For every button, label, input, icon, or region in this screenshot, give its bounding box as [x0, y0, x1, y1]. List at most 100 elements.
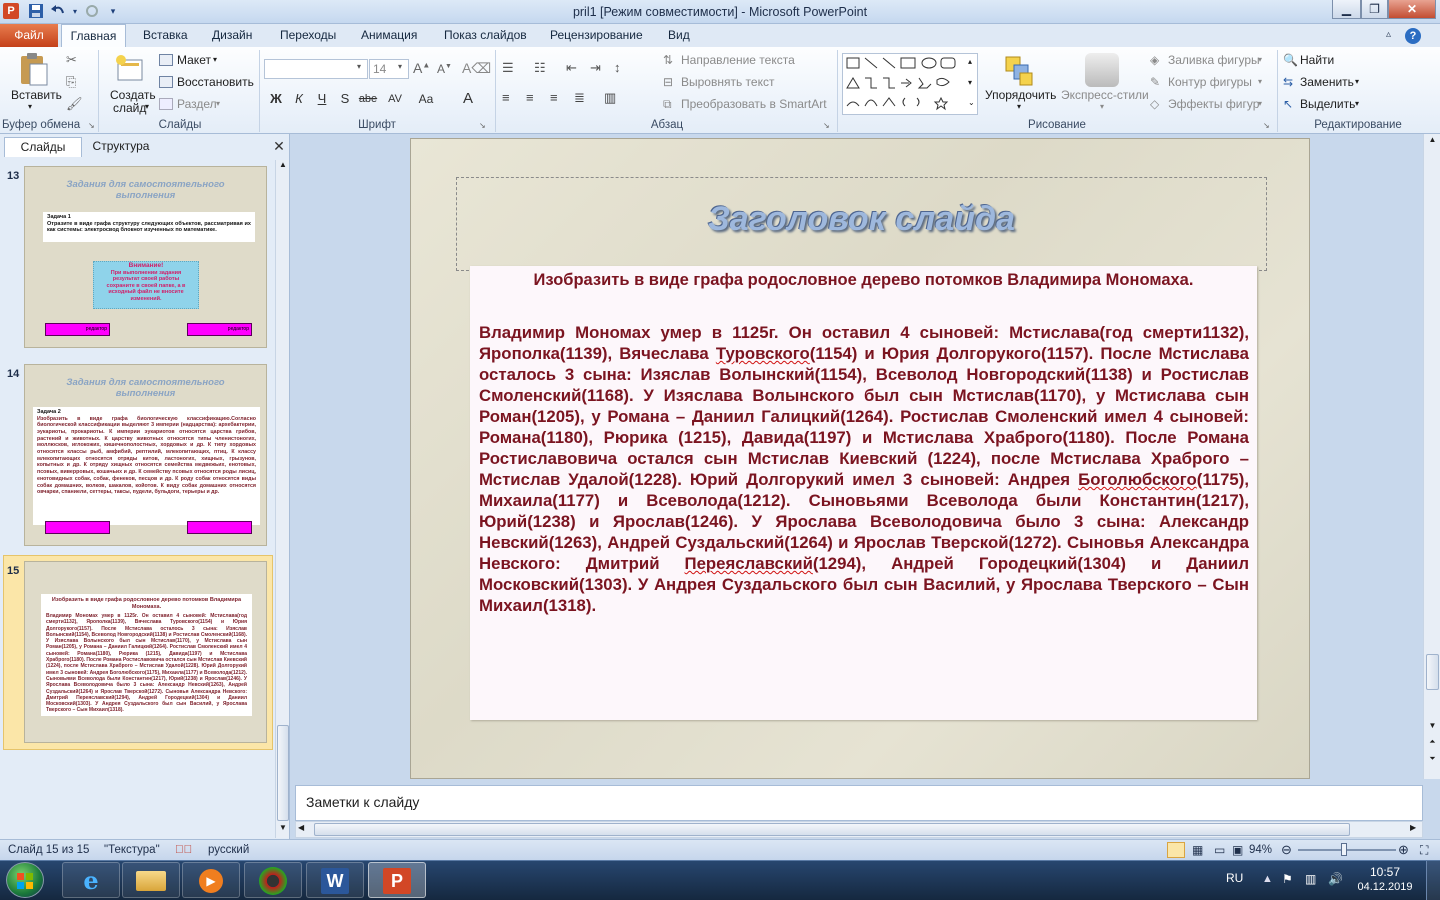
replace-dropdown-icon[interactable]: ▾ [1355, 77, 1359, 86]
network-icon[interactable]: ▥ [1305, 872, 1316, 886]
action-center-icon[interactable]: ⚑ [1282, 872, 1293, 886]
slide-thumbnail-14[interactable]: Задания для самостоятельного выполнения … [24, 364, 267, 546]
cut-icon[interactable]: ✂ [66, 52, 77, 68]
font-size-dropdown-icon[interactable]: ▾ [398, 62, 402, 71]
spellcheck-icon[interactable]: ✓⃝ [175, 840, 192, 860]
arrange-dropdown-icon[interactable]: ▾ [1017, 102, 1021, 111]
reset-icon[interactable] [159, 76, 173, 88]
numbering-icon[interactable]: ☷ [534, 60, 546, 76]
shape-effects-dropdown-icon[interactable]: ▾ [1258, 99, 1262, 108]
section-button[interactable]: Раздел [177, 97, 217, 111]
align-text-icon[interactable]: ⊟ [663, 75, 673, 89]
new-slide-label-2[interactable]: слайд [113, 101, 146, 115]
collapse-ribbon-icon[interactable]: ▵ [1386, 29, 1391, 40]
shape-effects-icon[interactable]: ◇ [1150, 97, 1159, 111]
start-icon[interactable] [6, 862, 44, 898]
previous-slide-icon[interactable]: ⏶ [1426, 737, 1439, 751]
horizontal-scrollbar[interactable]: ◀ ▶ [295, 821, 1423, 838]
font-launcher-icon[interactable]: ↘ [479, 121, 486, 130]
quick-styles-dropdown-icon[interactable]: ▾ [1100, 102, 1104, 111]
zoom-slider-track[interactable] [1298, 849, 1396, 851]
increase-indent-icon[interactable]: ⇥ [590, 60, 601, 76]
tab-transitions[interactable]: Переходы [280, 24, 336, 47]
shape-outline-button[interactable]: Контур фигуры [1168, 75, 1252, 89]
tab-slideshow[interactable]: Показ слайдов [444, 24, 527, 47]
language-indicator[interactable]: русский [208, 840, 249, 860]
new-slide-icon[interactable] [114, 54, 146, 84]
replace-button[interactable]: Заменить [1300, 75, 1354, 89]
columns-icon[interactable]: ▥ [604, 90, 616, 106]
font-name-combo[interactable] [264, 59, 368, 79]
shapes-scroll-down-icon[interactable]: ▾ [968, 78, 972, 87]
zoom-in-icon[interactable]: ⊕ [1398, 840, 1409, 860]
drawing-launcher-icon[interactable]: ↘ [1263, 121, 1270, 130]
change-case-button[interactable]: Aa [416, 90, 436, 108]
shape-fill-dropdown-icon[interactable]: ▾ [1258, 55, 1262, 64]
decrease-indent-icon[interactable]: ⇤ [566, 60, 577, 76]
powerpoint-app-icon[interactable]: P [3, 3, 19, 19]
shadow-button[interactable]: S [335, 90, 355, 108]
text-direction-button[interactable]: Направление текста [681, 53, 795, 67]
tab-review[interactable]: Рецензирование [550, 24, 643, 47]
align-right-icon[interactable]: ≡ [550, 90, 558, 105]
explorer-icon[interactable] [122, 862, 180, 898]
ie-icon[interactable]: e [62, 862, 120, 898]
paste-dropdown-icon[interactable]: ▾ [28, 102, 32, 111]
scroll-right-icon[interactable]: ▶ [1410, 823, 1416, 832]
text-direction-icon[interactable]: ⇅ [663, 53, 673, 67]
new-slide-dropdown-icon[interactable]: ▾ [145, 102, 149, 111]
shape-fill-icon[interactable]: ◈ [1150, 53, 1159, 67]
editor-scrollbar[interactable]: ▲ ▼ ⏶ ⏷ [1423, 134, 1440, 779]
font-size-combo[interactable]: 14 [369, 59, 409, 79]
clock-time[interactable]: 10:57 [1365, 865, 1405, 879]
bold-button[interactable]: Ж [266, 90, 286, 108]
shape-effects-button[interactable]: Эффекты фигур [1168, 97, 1259, 111]
zoom-slider-thumb[interactable] [1340, 843, 1347, 856]
copy-icon[interactable]: ⎘ [66, 74, 76, 90]
smartart-button[interactable]: Преобразовать в SmartArt [681, 97, 827, 111]
tab-animation[interactable]: Анимация [361, 24, 417, 47]
line-spacing-icon[interactable]: ↕ [614, 60, 621, 75]
select-button[interactable]: Выделить [1300, 97, 1355, 111]
tab-slides[interactable]: Слайды [4, 137, 82, 157]
shapes-gallery[interactable] [842, 53, 978, 115]
input-language[interactable]: RU [1226, 871, 1243, 885]
shrink-font-icon[interactable]: A▼ [437, 62, 452, 76]
italic-button[interactable]: К [289, 90, 309, 108]
layout-button[interactable]: Макет [177, 53, 211, 67]
tab-design[interactable]: Дизайн [212, 24, 252, 47]
normal-view-icon[interactable] [1167, 842, 1185, 858]
slideshow-view-icon[interactable]: ▣ [1232, 840, 1243, 860]
misspelled-word[interactable]: Переяславский [685, 554, 813, 573]
shapes-scroll-up-icon[interactable]: ▴ [968, 57, 972, 66]
tab-file[interactable]: Файл [0, 24, 58, 47]
slide-thumbnail-13[interactable]: Задания для самостоятельного выполнения … [24, 166, 267, 348]
slide-title[interactable]: Заголовок слайда [456, 200, 1267, 239]
underline-button[interactable]: Ч [312, 90, 332, 108]
select-dropdown-icon[interactable]: ▾ [1355, 99, 1359, 108]
zoom-out-icon[interactable]: ⊖ [1281, 840, 1292, 860]
close-panel-icon[interactable]: ✕ [272, 138, 286, 154]
scroll-up-icon[interactable]: ▲ [1426, 135, 1439, 149]
scrollbar-thumb[interactable] [314, 823, 1350, 836]
zoom-level[interactable]: 94% [1249, 840, 1272, 860]
justify-icon[interactable]: ≣ [574, 90, 585, 106]
show-hidden-icons-icon[interactable]: ▲ [1262, 873, 1273, 885]
tab-outline[interactable]: Структура [84, 137, 158, 157]
misspelled-word[interactable]: Боголюбского [1078, 470, 1197, 489]
next-slide-icon[interactable]: ⏷ [1426, 754, 1439, 768]
fit-to-window-icon[interactable]: ⛶ [1420, 840, 1428, 860]
help-icon[interactable]: ? [1405, 28, 1421, 44]
paste-button[interactable]: Вставить [11, 88, 62, 102]
tab-insert[interactable]: Вставка [143, 24, 188, 47]
show-desktop-button[interactable] [1426, 861, 1440, 900]
bullets-icon[interactable]: ☰ [502, 60, 514, 76]
font-name-dropdown-icon[interactable]: ▾ [357, 62, 361, 71]
font-color-button[interactable]: A [458, 90, 478, 108]
smartart-icon[interactable]: ⧉ [663, 97, 672, 112]
tab-view[interactable]: Вид [668, 24, 690, 47]
undo-dropdown-icon[interactable]: ▾ [66, 3, 84, 20]
layout-icon[interactable] [159, 54, 173, 66]
undo-icon[interactable] [49, 3, 67, 20]
shape-fill-button[interactable]: Заливка фигуры [1168, 53, 1260, 67]
